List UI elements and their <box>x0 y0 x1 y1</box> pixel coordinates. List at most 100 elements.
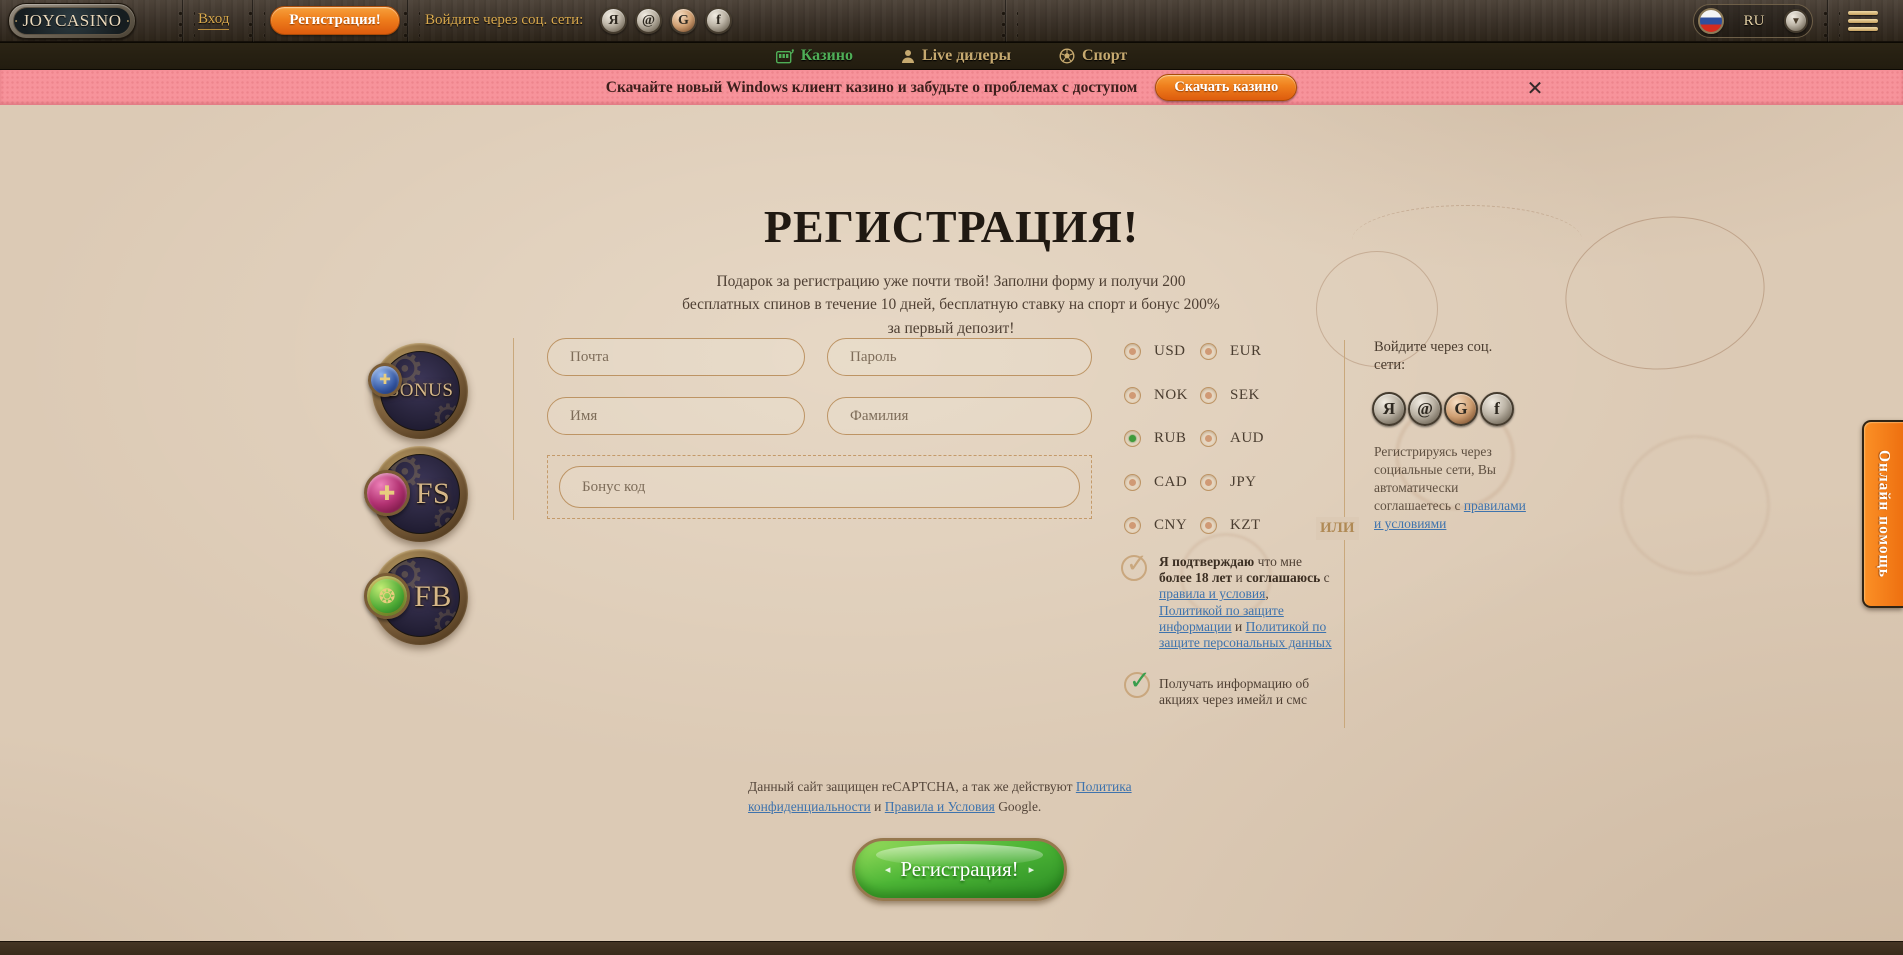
tab-sport-label: Спорт <box>1082 47 1127 65</box>
social-login-note: Регистрируясь через социальные сети, Вы … <box>1374 443 1526 533</box>
recaptcha-text: и <box>871 799 885 814</box>
stain-ring-decor <box>1620 435 1770 575</box>
currency-radio-usd[interactable]: USD <box>1124 343 1200 360</box>
last-name-field[interactable] <box>827 397 1092 435</box>
close-icon[interactable]: ✕ <box>1523 76 1547 100</box>
currency-label: JPY <box>1230 474 1257 491</box>
divider-badges-form <box>513 338 514 520</box>
currency-radio-kzt[interactable]: KZT <box>1200 517 1264 534</box>
main-nav: Казино Live дилеры Спорт <box>0 42 1903 70</box>
currency-radio-eur[interactable]: EUR <box>1200 343 1264 360</box>
rivets <box>171 6 195 38</box>
joycasino-logo[interactable]: JOYCASINO <box>8 3 136 39</box>
tab-live-dealers[interactable]: Live дилеры <box>901 47 1011 65</box>
login-link[interactable]: Вход <box>198 11 229 30</box>
download-casino-button[interactable]: Скачать казино <box>1155 74 1297 101</box>
currency-label: KZT <box>1230 517 1261 534</box>
recaptcha-text: Google. <box>995 799 1042 814</box>
mailru-icon[interactable]: @ <box>1408 392 1442 426</box>
promo-subscribe-text: Получать информацию об акциях через имей… <box>1159 676 1339 708</box>
slot-machine-icon <box>776 49 794 64</box>
bonus-code-field[interactable] <box>559 466 1080 508</box>
arrow-right-icon: ▸ <box>1029 863 1035 876</box>
facebook-icon[interactable]: f <box>1480 392 1514 426</box>
age-terms-checkbox[interactable]: ✓ <box>1121 555 1147 581</box>
currency-radio-sek[interactable]: SEK <box>1200 387 1264 404</box>
currency-label: CAD <box>1154 474 1187 491</box>
social-login-prompt: Войдите через соц. сети: <box>425 12 583 29</box>
radio-icon[interactable] <box>1124 474 1141 491</box>
radio-icon[interactable] <box>1200 474 1217 491</box>
top-bar: JOYCASINO Вход Регистрация! Войдите чере… <box>0 0 1903 42</box>
rivets <box>241 6 265 38</box>
radio-icon[interactable] <box>1124 430 1141 447</box>
radio-icon[interactable] <box>1200 430 1217 447</box>
tab-casino[interactable]: Казино <box>776 47 853 65</box>
currency-label: NOK <box>1154 387 1188 404</box>
language-selector[interactable]: RU ▼ <box>1693 4 1813 38</box>
ball-orb-icon: ❂ <box>364 573 410 619</box>
facebook-icon[interactable]: f <box>705 7 732 34</box>
badge-label: FB <box>414 580 452 614</box>
online-help-tab[interactable]: Онлайн помощь <box>1862 420 1903 608</box>
currency-options: USD EUR NOK SEK RUB AUD CAD JPY CNY KZT <box>1124 330 1264 548</box>
social-login-title: Войдите через соц. сети: <box>1374 338 1514 374</box>
radio-icon[interactable] <box>1200 517 1217 534</box>
language-code: RU <box>1724 13 1784 30</box>
password-field[interactable] <box>827 338 1092 376</box>
radio-icon[interactable] <box>1200 387 1217 404</box>
currency-label: RUB <box>1154 430 1186 447</box>
tab-casino-label: Казино <box>801 47 853 65</box>
radio-icon[interactable] <box>1124 517 1141 534</box>
recaptcha-note: Данный сайт защищен reCAPTCHA, а так же … <box>748 777 1148 818</box>
currency-radio-cad[interactable]: CAD <box>1124 474 1200 491</box>
agree-bold: соглашаюсь <box>1246 570 1320 585</box>
currency-label: SEK <box>1230 387 1260 404</box>
chevron-down-icon[interactable]: ▼ <box>1784 9 1808 33</box>
radio-icon[interactable] <box>1124 343 1141 360</box>
rivets <box>994 6 1018 38</box>
mailru-icon[interactable]: @ <box>635 7 662 34</box>
topbar-social-icons: Я @ G f <box>600 7 732 34</box>
submit-label: Регистрация! <box>900 857 1018 882</box>
banner-message: Скачайте новый Windows клиент казино и з… <box>606 79 1138 97</box>
first-name-field[interactable] <box>547 397 805 435</box>
yandex-icon[interactable]: Я <box>1372 392 1406 426</box>
tab-sport[interactable]: Спорт <box>1059 47 1127 65</box>
arrow-left-icon: ◂ <box>885 863 891 876</box>
registration-main: РЕГИСТРАЦИЯ! Подарок за регистрацию уже … <box>0 105 1903 941</box>
rivets <box>1816 6 1840 38</box>
currency-radio-aud[interactable]: AUD <box>1200 430 1264 447</box>
radio-icon[interactable] <box>1200 343 1217 360</box>
google-icon[interactable]: G <box>1444 392 1478 426</box>
promo-subscribe-checkbox[interactable]: ✓ <box>1124 672 1150 698</box>
email-field[interactable] <box>547 338 805 376</box>
currency-radio-rub-selected[interactable]: RUB <box>1124 430 1200 447</box>
russia-flag-icon <box>1698 8 1724 34</box>
google-terms-link[interactable]: Правила и Условия <box>885 799 995 814</box>
currency-label: EUR <box>1230 343 1262 360</box>
online-help-label: Онлайн помощь <box>1875 450 1893 578</box>
submit-registration-button[interactable]: ◂ Регистрация! ▸ <box>852 838 1067 901</box>
google-icon[interactable]: G <box>670 7 697 34</box>
check-icon: ✓ <box>1126 549 1148 579</box>
currency-radio-cny[interactable]: CNY <box>1124 517 1200 534</box>
agree-bold: Я подтверждаю <box>1159 554 1254 569</box>
recaptcha-text: Данный сайт защищен reCAPTCHA, а так же … <box>748 779 1076 794</box>
agree-plain: , <box>1265 586 1268 601</box>
page-title: РЕГИСТРАЦИЯ! <box>0 200 1903 253</box>
agree-bold: более 18 лет <box>1159 570 1232 585</box>
register-button[interactable]: Регистрация! <box>270 6 400 35</box>
terms-link[interactable]: правила и условия <box>1159 586 1265 601</box>
currency-radio-jpy[interactable]: JPY <box>1200 474 1264 491</box>
registration-page: JOYCASINO Вход Регистрация! Войдите чере… <box>0 0 1903 955</box>
radio-icon[interactable] <box>1124 387 1141 404</box>
menu-icon[interactable] <box>1848 11 1878 31</box>
footer-strip <box>0 941 1903 955</box>
plus-orb-icon: ✚ <box>368 363 402 397</box>
currency-radio-nok[interactable]: NOK <box>1124 387 1200 404</box>
yandex-icon[interactable]: Я <box>600 7 627 34</box>
tab-live-label: Live дилеры <box>922 47 1011 65</box>
agree-plain: и <box>1232 570 1246 585</box>
check-icon: ✓ <box>1129 666 1151 696</box>
